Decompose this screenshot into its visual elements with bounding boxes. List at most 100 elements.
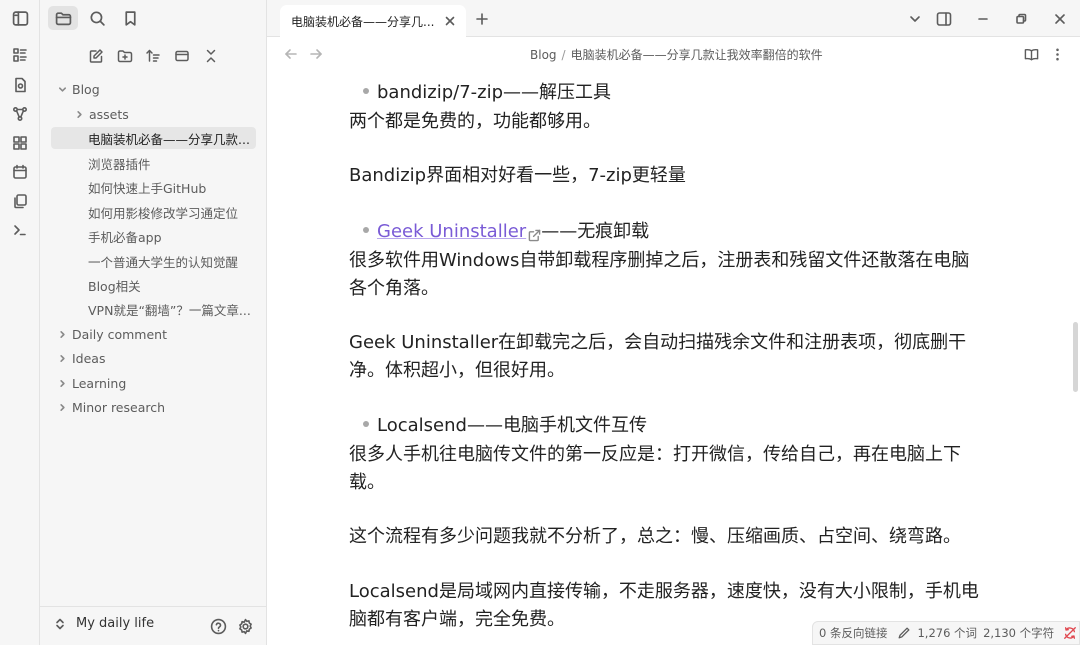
reading-view-book-icon[interactable] <box>1022 45 1040 63</box>
chevron-right-icon <box>56 401 68 413</box>
backlinks-count[interactable]: 0 条反向链接 <box>819 625 887 641</box>
list-item: Geek Uninstaller ——无痕卸载 <box>363 218 649 246</box>
word-count: 1,276 个词 <box>917 626 978 640</box>
tree-folder-blog[interactable]: Blog <box>54 78 254 100</box>
chevron-right-icon <box>73 108 85 120</box>
chevron-right-icon <box>56 352 68 364</box>
new-folder-icon[interactable] <box>113 44 137 68</box>
terminal-icon[interactable] <box>9 219 31 241</box>
sidebar-toggle-icon[interactable] <box>5 6 35 30</box>
tree-file[interactable]: 如何用影梭修改学习通定位 <box>88 201 260 223</box>
bullet-icon <box>363 227 369 233</box>
list-item-text: Localsend——电脑手机文件互传 <box>377 415 647 436</box>
paragraph: Bandizip界面相对好看一些，7-zip更轻量 <box>349 165 686 186</box>
sort-icon[interactable] <box>141 44 165 68</box>
tree-file-label: 一个普通大学生的认知觉醒 <box>88 254 239 270</box>
list-item-text: ——无痕卸载 <box>541 221 650 242</box>
edit-mode-pencil-icon[interactable] <box>897 626 911 640</box>
settings-gear-icon[interactable] <box>235 616 255 636</box>
tree-folder-ideas[interactable]: Ideas <box>56 347 256 369</box>
templates-icon[interactable] <box>9 190 31 212</box>
calendar-icon[interactable] <box>9 161 31 183</box>
tree-file[interactable]: 一个普通大学生的认知觉醒 <box>88 250 260 272</box>
tree-file-label: 如何用影梭修改学习通定位 <box>88 205 239 221</box>
paragraph: 净。体积超小，但很好用。 <box>349 360 565 381</box>
view-header: Blog / 电脑装机必备——分享几款让我效率翻倍的软件 <box>267 37 1080 71</box>
search-icon[interactable] <box>82 6 112 30</box>
tree-file[interactable]: Blog相关 <box>88 274 260 296</box>
back-arrow-icon[interactable] <box>282 45 300 63</box>
tree-file-label: 电脑装机必备——分享几款... <box>88 131 250 147</box>
tab-list-chevron-icon[interactable] <box>905 9 925 29</box>
external-link-geek-uninstaller[interactable]: Geek Uninstaller <box>377 221 526 242</box>
sync-error-icon[interactable] <box>1063 626 1077 640</box>
list-item-text: bandizip/7-zip——解压工具 <box>377 82 612 103</box>
forward-arrow-icon[interactable] <box>307 45 325 63</box>
file-explorer: Blog assets 电脑装机必备——分享几款... 浏览器插件 如何快速上手… <box>40 0 267 645</box>
breadcrumb: Blog / 电脑装机必备——分享几款让我效率翻倍的软件 <box>530 46 823 63</box>
chevron-up-down-icon <box>56 618 64 629</box>
tree-folder-assets[interactable]: assets <box>71 103 261 125</box>
breadcrumb-file[interactable]: 电脑装机必备——分享几款让我效率翻倍的软件 <box>571 48 823 62</box>
bookmark-icon[interactable] <box>115 6 145 30</box>
tree-folder-label: Blog <box>72 81 100 97</box>
tab-bar: 电脑装机必备——分享几... <box>267 0 1080 37</box>
bullet-icon <box>363 421 369 427</box>
list-item: bandizip/7-zip——解压工具 <box>363 79 611 107</box>
collapse-icon[interactable] <box>170 44 194 68</box>
tree-file[interactable]: 如何快速上手GitHub <box>88 176 260 198</box>
new-tab-icon[interactable] <box>472 9 492 29</box>
tree-file-label: VPN就是“翻墙”？一篇文章... <box>88 302 251 318</box>
window-restore-icon[interactable] <box>1011 9 1031 29</box>
folder-icon[interactable] <box>48 6 78 30</box>
vault-switcher[interactable]: My daily life <box>54 616 154 631</box>
paragraph: 很多软件用Windows自带卸载程序删掉之后，注册表和残留文件还散落在电脑 <box>349 250 970 271</box>
switcher-icon[interactable] <box>9 44 31 66</box>
paragraph: Localsend是局域网内直接传输，不走服务器，速度快，没有大小限制，手机电 <box>349 581 979 602</box>
editor-content[interactable]: bandizip/7-zip——解压工具 两个都是免费的，功能都够用。 Band… <box>267 71 1080 645</box>
right-sidebar-toggle-icon[interactable] <box>934 9 954 29</box>
character-count: 2,130 个字符 <box>983 626 1055 640</box>
paragraph: 各个角落。 <box>349 278 439 299</box>
tree-file-active[interactable]: 电脑装机必备——分享几款... <box>51 127 256 149</box>
tree-file-label: 如何快速上手GitHub <box>88 180 207 196</box>
tree-folder-label: Minor research <box>72 399 166 415</box>
tree-file[interactable]: 手机必备app <box>88 225 260 247</box>
help-icon[interactable] <box>208 616 228 636</box>
editor-scrollbar[interactable] <box>1073 322 1078 392</box>
tree-folder-learning[interactable]: Learning <box>56 372 256 394</box>
paragraph: 很多人手机往电脑传文件的第一反应是：打开微信，传给自己，再在电脑上下 <box>349 444 961 465</box>
tree-file[interactable]: VPN就是“翻墙”？一篇文章... <box>88 298 253 320</box>
close-all-icon[interactable] <box>199 44 223 68</box>
list-item: Localsend——电脑手机文件互传 <box>363 412 647 440</box>
new-note-icon[interactable] <box>84 44 108 68</box>
graph-icon[interactable] <box>9 103 31 125</box>
window-minimize-icon[interactable] <box>973 9 993 29</box>
tab-active-note[interactable]: 电脑装机必备——分享几... <box>280 5 466 37</box>
external-link-icon <box>528 223 541 241</box>
more-options-icon[interactable] <box>1048 45 1066 63</box>
canvas-icon[interactable] <box>9 132 31 154</box>
breadcrumb-separator: / <box>561 48 566 62</box>
tab-title: 电脑装机必备——分享几... <box>291 14 435 29</box>
vault-name: My daily life <box>76 616 155 631</box>
paragraph: 脑都有客户端，完全免费。 <box>349 609 565 630</box>
breadcrumb-folder[interactable]: Blog <box>530 48 557 62</box>
tree-folder-minor-research[interactable]: Minor research <box>56 396 256 418</box>
tree-file[interactable]: 浏览器插件 <box>88 152 260 174</box>
tree-folder-daily-comment[interactable]: Daily comment <box>56 323 256 345</box>
bullet-icon <box>363 88 369 94</box>
left-ribbon <box>0 0 40 645</box>
tree-folder-label: Ideas <box>72 350 106 366</box>
tree-file-label: Blog相关 <box>88 278 141 294</box>
daily-note-icon[interactable] <box>9 74 31 96</box>
tree-folder-label: Daily comment <box>72 326 167 342</box>
file-explorer-toolbar <box>40 44 267 68</box>
window-close-icon[interactable] <box>1050 9 1070 29</box>
chevron-right-icon <box>56 328 68 340</box>
status-bar: 0 条反向链接 1,276 个词 2,130 个字符 <box>812 621 1080 645</box>
paragraph: Geek Uninstaller在卸载完之后，会自动扫描残余文件和注册表项，彻底… <box>349 332 967 353</box>
close-icon[interactable] <box>442 13 458 29</box>
tree-file-label: 浏览器插件 <box>88 156 151 172</box>
paragraph: 载。 <box>349 472 385 493</box>
